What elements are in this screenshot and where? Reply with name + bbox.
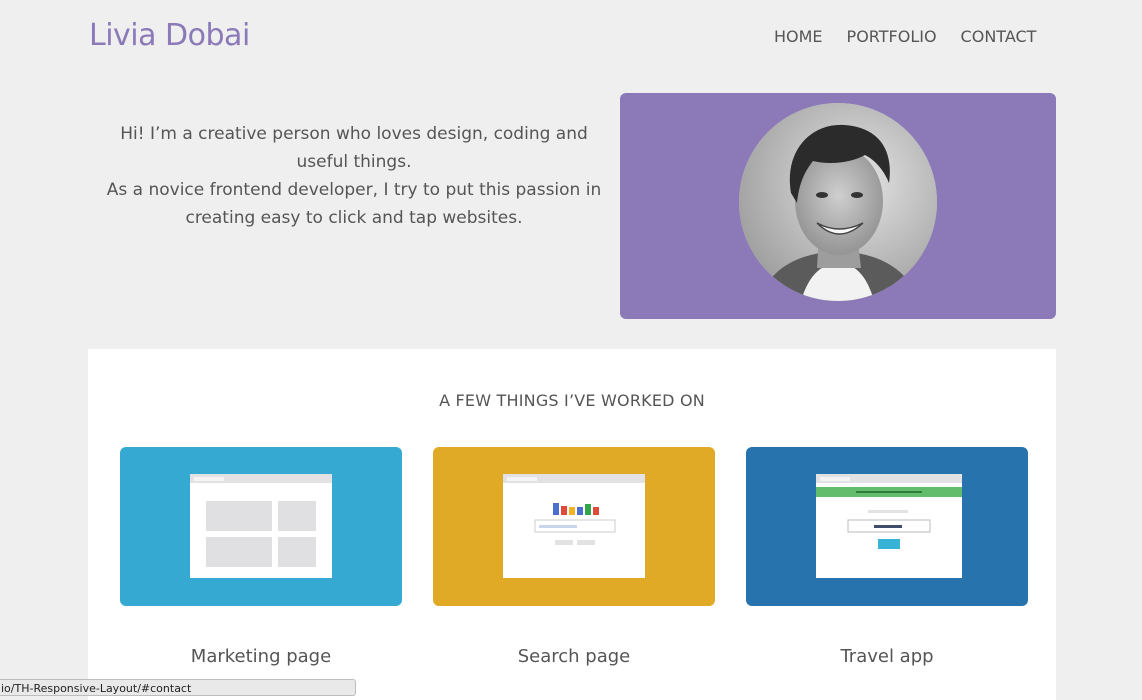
portfolio-caption-search[interactable]: Search page: [433, 646, 715, 667]
portfolio-heading: A FEW THINGS I’VE WORKED ON: [439, 391, 705, 410]
portfolio-caption-marketing[interactable]: Marketing page: [120, 646, 402, 667]
marketing-page-thumbnail: [190, 474, 332, 578]
intro-paragraph-1: Hi! I’m a creative person who loves desi…: [120, 124, 588, 172]
page: Livia Dobai HOME PORTFOLIO CONTACT Hi! I…: [0, 0, 1142, 700]
profile-photo: [739, 103, 937, 301]
portfolio-caption-travel[interactable]: Travel app: [746, 646, 1028, 667]
nav-contact-link[interactable]: CONTACT: [961, 27, 1037, 47]
site-logo[interactable]: Livia Dobai: [89, 18, 250, 53]
nav-portfolio-link[interactable]: PORTFOLIO: [847, 27, 937, 47]
portfolio-card-marketing[interactable]: [120, 447, 402, 606]
portfolio-card-travel[interactable]: [746, 447, 1028, 606]
nav-home-link[interactable]: HOME: [774, 27, 823, 47]
portfolio-section: A FEW THINGS I’VE WORKED ON Marketing pa…: [88, 349, 1056, 700]
browser-status-bar: io/TH-Responsive-Layout/#contact: [0, 679, 356, 696]
portfolio-card-search[interactable]: [433, 447, 715, 606]
search-page-thumbnail: [503, 474, 645, 578]
intro-text: Hi! I’m a creative person who loves desi…: [104, 120, 604, 232]
profile-photo-image: [739, 103, 937, 301]
profile-photo-panel: [620, 93, 1056, 319]
intro-paragraph-2: As a novice frontend developer, I try to…: [106, 180, 602, 228]
main-nav: HOME PORTFOLIO CONTACT: [774, 27, 1036, 47]
travel-app-thumbnail: [816, 474, 962, 578]
